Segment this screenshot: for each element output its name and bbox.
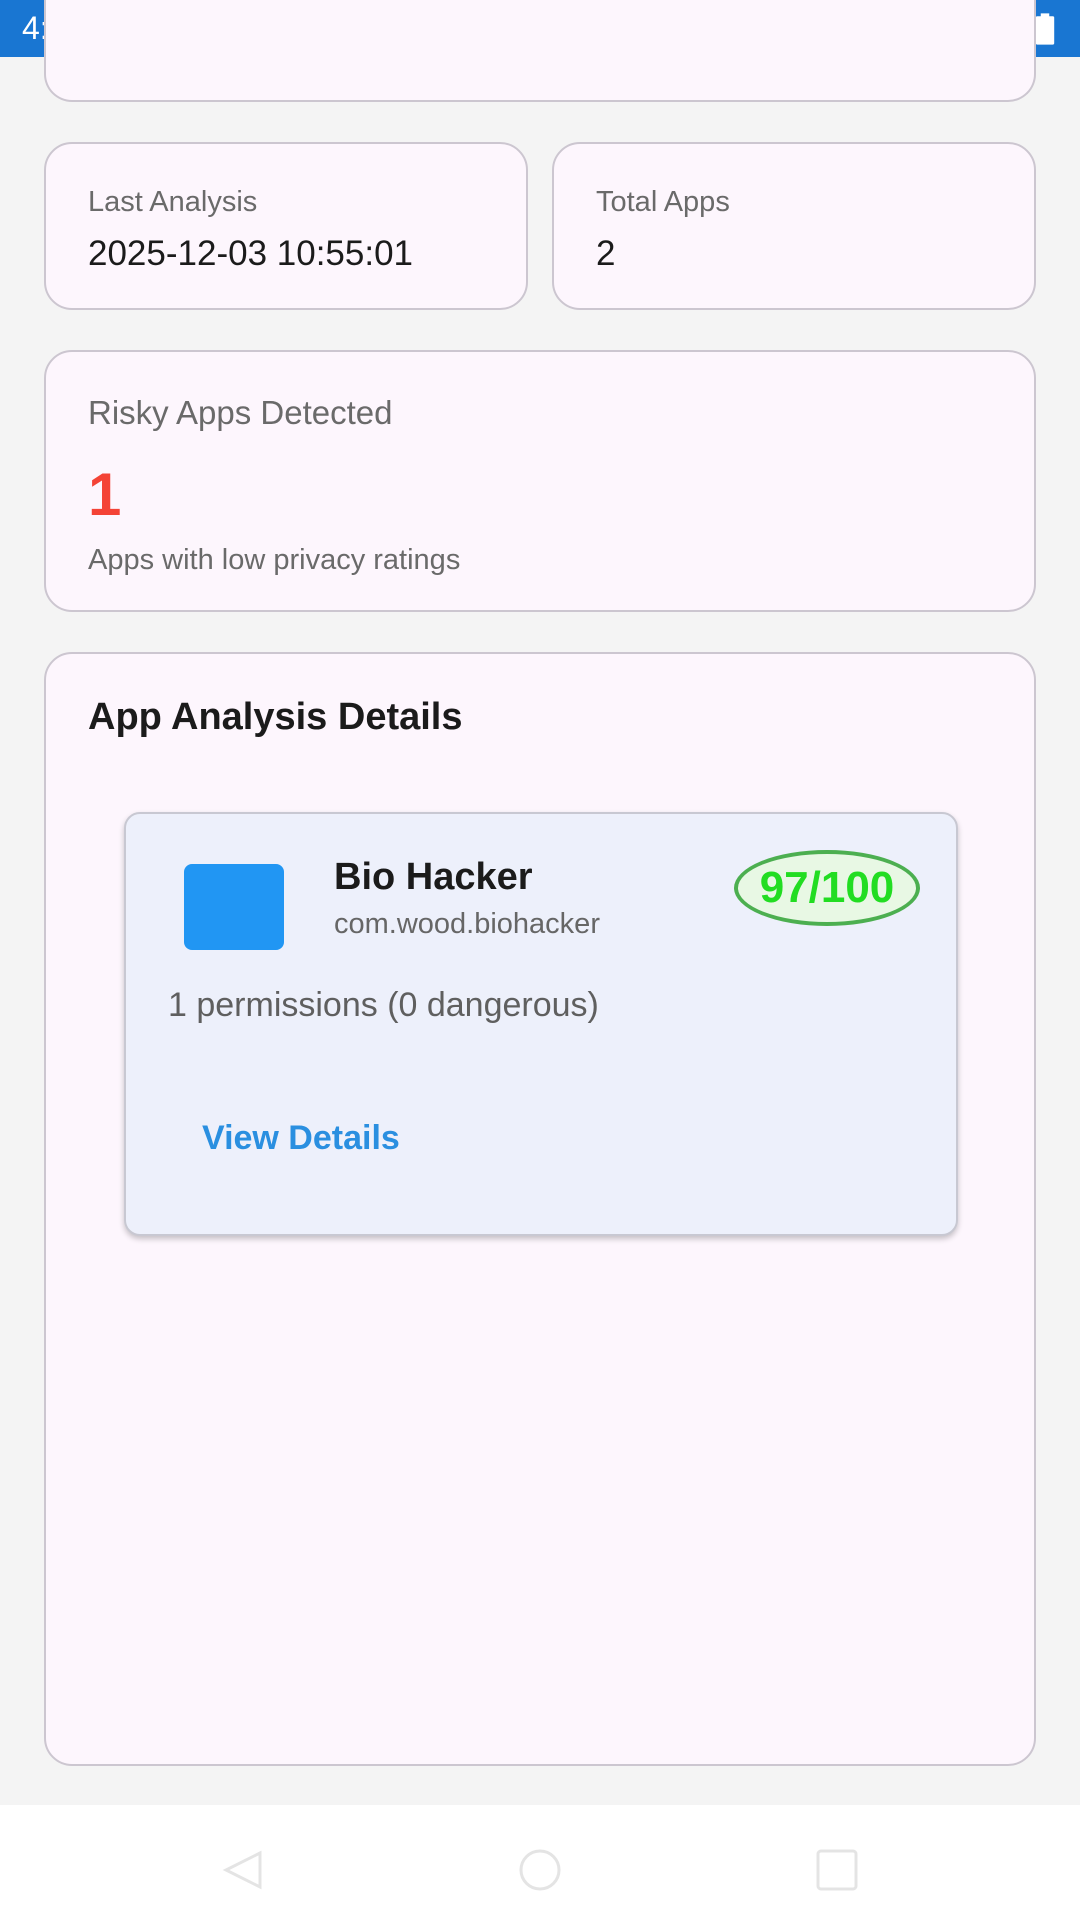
back-button[interactable] [218,1847,268,1893]
last-analysis-card: Last Analysis 2025-12-03 10:55:01 [44,142,528,310]
section-title: App Analysis Details [88,696,463,738]
app-analysis-details-card: App Analysis Details Bio Hacker com.wood… [44,652,1036,1766]
navigation-bar [0,1805,1080,1920]
total-apps-value: 2 [596,234,616,273]
risky-apps-subtitle: Apps with low privacy ratings [88,544,461,576]
risky-apps-count: 1 [88,461,122,528]
recents-button[interactable] [812,1847,862,1893]
view-details-button[interactable]: View Details [202,1119,400,1158]
last-analysis-label: Last Analysis [88,186,258,218]
total-apps-card: Total Apps 2 [552,142,1036,310]
app-package: com.wood.biohacker [334,908,600,940]
risky-apps-title: Risky Apps Detected [88,394,393,431]
app-icon [184,864,284,950]
last-analysis-value: 2025-12-03 10:55:01 [88,234,413,273]
privacy-score-badge: 97/100 [734,850,920,926]
risky-apps-card: Risky Apps Detected 1 Apps with low priv… [44,350,1036,612]
app-item-card[interactable]: Bio Hacker com.wood.biohacker 97/100 1 p… [124,812,958,1236]
previous-card [44,0,1036,102]
permissions-summary: 1 permissions (0 dangerous) [168,986,599,1024]
home-button[interactable] [515,1847,565,1893]
total-apps-label: Total Apps [596,186,730,218]
app-name: Bio Hacker [334,856,533,898]
